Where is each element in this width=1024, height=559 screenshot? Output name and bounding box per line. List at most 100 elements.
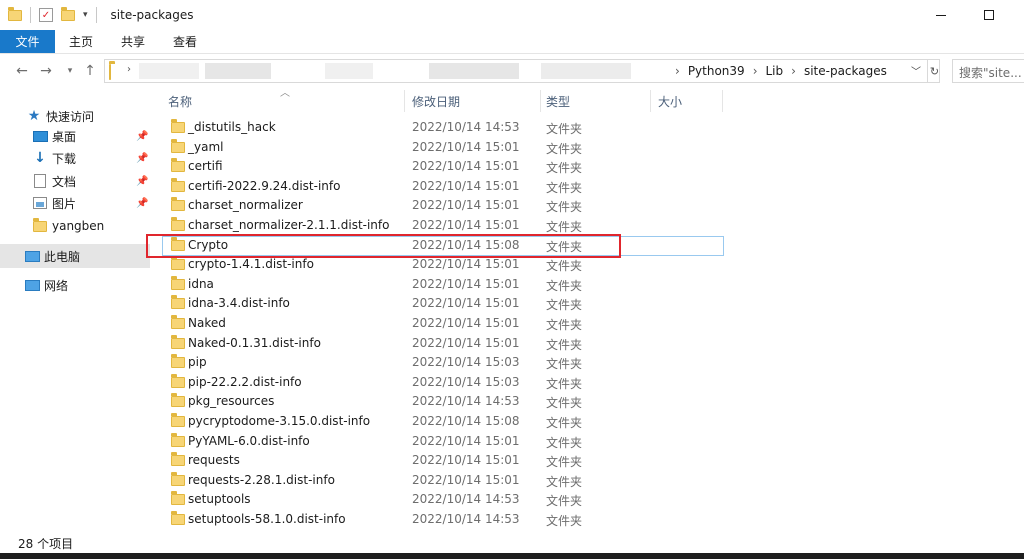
file-row[interactable]: charset_normalizer-2.1.1.dist-info 2022/1… (162, 216, 722, 236)
chevron-right-icon: › (791, 64, 796, 78)
file-date: 2022/10/14 14:53 (412, 394, 520, 409)
sidebar-item-pictures[interactable]: 图片 📌 (0, 192, 150, 214)
sidebar-item-label: 网络 (44, 278, 69, 293)
column-header-date[interactable]: 修改日期 (406, 88, 540, 114)
file-date: 2022/10/14 15:01 (412, 276, 520, 291)
column-header-size[interactable]: 大小 (652, 88, 722, 114)
forward-button[interactable]: → (36, 61, 56, 81)
sidebar-item-desktop[interactable]: 桌面 📌 (0, 125, 150, 147)
file-row[interactable]: setuptools-58.1.0.dist-info 2022/10/14 14… (162, 510, 722, 530)
file-name: charset_normalizer-2.1.1.dist-info (188, 217, 390, 232)
document-icon (32, 173, 48, 189)
column-header-name[interactable]: 名称 (162, 88, 404, 114)
sidebar-item-this-pc[interactable]: 此电脑 (0, 244, 150, 268)
sidebar-item-label: 快速访问 (46, 109, 95, 124)
file-row[interactable]: certifi-2022.9.24.dist-info 2022/10/14 15… (162, 177, 722, 197)
chevron-right-icon: › (675, 64, 680, 78)
breadcrumb-item[interactable]: Lib (766, 64, 784, 78)
folder-icon (171, 491, 185, 506)
file-row[interactable]: Crypto 2022/10/14 15:08 文件夹 (162, 236, 722, 256)
file-name: requests (188, 453, 240, 468)
folder-icon (171, 432, 185, 447)
file-row[interactable]: certifi 2022/10/14 15:01 文件夹 (162, 157, 722, 177)
recent-locations-button[interactable]: ▾ (60, 61, 80, 81)
sidebar-item-downloads[interactable]: ↓ 下载 📌 (0, 147, 150, 169)
new-folder-icon[interactable] (61, 6, 75, 21)
file-row[interactable]: idna-3.4.dist-info 2022/10/14 15:01 文件夹 (162, 294, 722, 314)
folder-icon (8, 6, 22, 21)
window-title: site-packages (110, 8, 194, 22)
customize-toolbar-icon[interactable]: ▾ (83, 10, 88, 20)
sidebar-item-quick-access[interactable]: ★ 快速访问 (0, 105, 150, 127)
file-type: 文件夹 (546, 317, 583, 332)
refresh-button[interactable]: ↻ (927, 60, 941, 82)
column-divider[interactable] (404, 90, 405, 112)
file-row[interactable]: _distutils_hack 2022/10/14 14:53 文件夹 (162, 118, 722, 138)
tab-home[interactable]: 主页 (55, 30, 107, 53)
folder-icon (171, 256, 185, 271)
file-name: pip (188, 355, 207, 370)
file-type: 文件夹 (546, 494, 583, 509)
sidebar-item-label: 图片 (52, 196, 77, 211)
file-type: 文件夹 (546, 474, 583, 489)
file-name: certifi (188, 159, 223, 174)
file-row[interactable]: PyYAML-6.0.dist-info 2022/10/14 15:01 文件夹 (162, 432, 722, 452)
tab-file[interactable]: 文件 (0, 30, 55, 53)
pin-icon: 📌 (136, 130, 149, 142)
maximize-button[interactable] (966, 0, 1012, 30)
quick-access-toolbar: ✓ ▾ (0, 0, 105, 30)
file-row[interactable]: crypto-1.4.1.dist-info 2022/10/14 15:01 文件… (162, 255, 722, 275)
breadcrumb-item[interactable]: Python39 (688, 64, 745, 78)
file-row[interactable]: pkg_resources 2022/10/14 14:53 文件夹 (162, 392, 722, 412)
file-name: crypto-1.4.1.dist-info (188, 257, 314, 272)
desktop-icon (32, 128, 48, 144)
search-input[interactable]: 搜索"site... (952, 59, 1024, 83)
sidebar-item-yangben[interactable]: yangben (0, 215, 150, 237)
status-bar: 28 个项目 (0, 534, 1024, 552)
arrow-left-icon: ← (16, 63, 28, 79)
file-row[interactable]: pip-22.2.2.dist-info 2022/10/14 15:03 文件夹 (162, 373, 722, 393)
file-row[interactable]: requests-2.28.1.dist-info 2022/10/14 15:0… (162, 471, 722, 491)
column-divider[interactable] (650, 90, 651, 112)
file-row[interactable]: requests 2022/10/14 15:01 文件夹 (162, 451, 722, 471)
file-row[interactable]: charset_normalizer 2022/10/14 15:01 文件夹 (162, 196, 722, 216)
sidebar-item-label: yangben (52, 219, 105, 233)
file-row[interactable]: idna 2022/10/14 15:01 文件夹 (162, 275, 722, 295)
minimize-button[interactable] (918, 0, 964, 30)
file-row[interactable]: Naked-0.1.31.dist-info 2022/10/14 15:01 文件… (162, 334, 722, 354)
file-date: 2022/10/14 14:53 (412, 511, 520, 526)
file-row[interactable]: _yaml 2022/10/14 15:01 文件夹 (162, 138, 722, 158)
sidebar-item-documents[interactable]: 文档 📌 (0, 170, 150, 192)
folder-icon (171, 314, 185, 329)
tab-view[interactable]: 查看 (159, 30, 211, 53)
file-date: 2022/10/14 15:01 (412, 472, 520, 487)
folder-icon (109, 64, 111, 80)
folder-icon (171, 393, 185, 408)
back-button[interactable]: ← (12, 61, 32, 81)
file-row[interactable]: setuptools 2022/10/14 14:53 文件夹 (162, 490, 722, 510)
breadcrumb-item[interactable]: site-packages (804, 64, 887, 78)
file-row[interactable]: pycryptodome-3.15.0.dist-info 2022/10/14 … (162, 412, 722, 432)
address-dropdown-icon[interactable]: ﹀ (911, 63, 921, 78)
pin-icon: 📌 (136, 152, 149, 164)
file-type: 文件夹 (546, 415, 583, 430)
tab-share[interactable]: 共享 (107, 30, 159, 53)
star-icon: ★ (27, 108, 41, 124)
address-bar[interactable]: › › Python39 › Lib › site-packages ﹀ ↻ (104, 59, 940, 83)
file-date: 2022/10/14 15:01 (412, 178, 520, 193)
column-header-type[interactable]: 类型 (540, 88, 650, 114)
file-row[interactable]: Naked 2022/10/14 15:01 文件夹 (162, 314, 722, 334)
file-row[interactable]: pip 2022/10/14 15:03 文件夹 (162, 353, 722, 373)
file-type: 文件夹 (546, 435, 583, 450)
pin-icon: 📌 (136, 197, 149, 209)
file-name: idna-3.4.dist-info (188, 296, 290, 311)
column-divider[interactable] (722, 90, 723, 112)
up-button[interactable]: ↑ (80, 61, 100, 81)
properties-icon[interactable]: ✓ (39, 8, 53, 22)
sidebar-item-network[interactable]: 网络 (0, 274, 150, 296)
file-type: 文件夹 (546, 219, 583, 234)
file-name: idna (188, 276, 214, 291)
folder-icon (171, 334, 185, 349)
refresh-icon: ↻ (929, 64, 940, 78)
sidebar-item-label: 下载 (52, 151, 77, 166)
